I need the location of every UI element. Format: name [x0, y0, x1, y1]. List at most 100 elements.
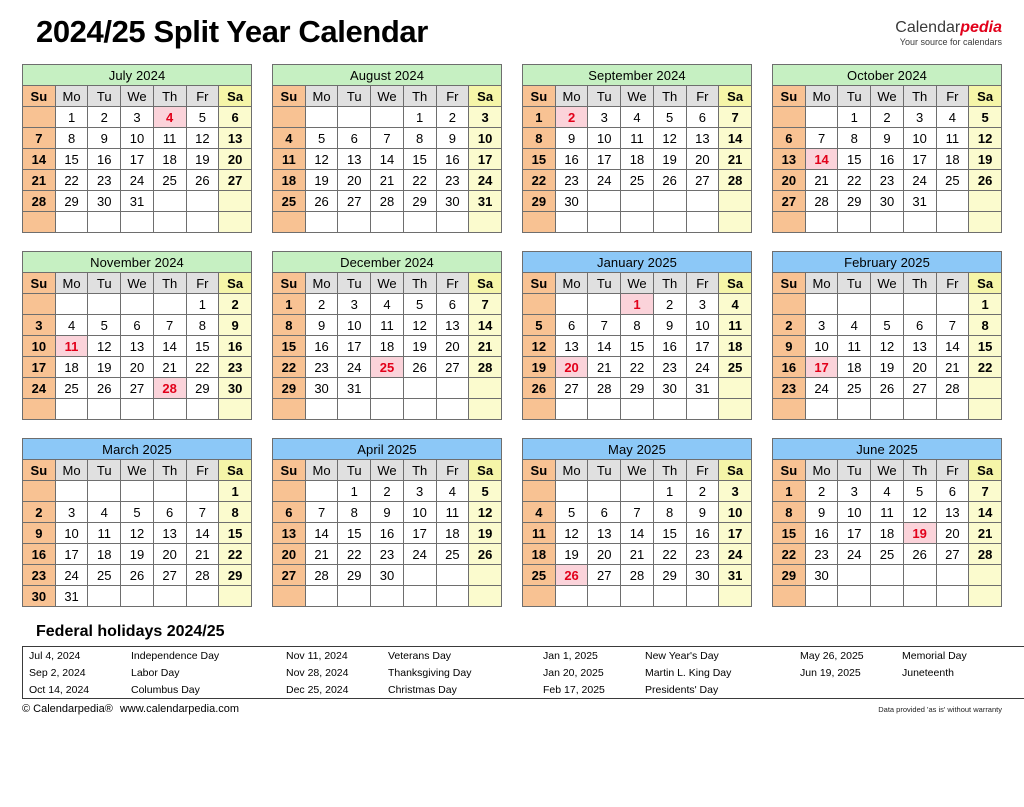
day-cell-empty — [804, 293, 839, 315]
dow-header-su: Su — [772, 272, 806, 294]
day-cell: 18 — [272, 169, 306, 191]
day-cell: 31 — [685, 377, 720, 399]
day-cell: 8 — [54, 127, 89, 149]
day-cell-empty — [870, 564, 904, 586]
day-cell: 18 — [718, 335, 752, 357]
day-cell: 5 — [402, 293, 437, 315]
day-cell: 15 — [652, 522, 687, 544]
day-cell: 17 — [337, 335, 372, 357]
holiday-date: Jun 19, 2025 — [800, 666, 861, 679]
day-cell: 7 — [370, 127, 404, 149]
month-block: May 2025 Su Mo Tu We Th Fr Sa 1 2 3 4 5 6 7 8 9 10 11 12 13 1… — [522, 438, 752, 607]
day-cell-empty — [152, 293, 187, 315]
dow-header-fr: Fr — [685, 272, 720, 294]
week-row: 2345678 — [772, 314, 1002, 336]
day-cell: 22 — [522, 169, 556, 191]
day-cell: 21 — [185, 543, 220, 565]
month-title: March 2025 — [22, 438, 252, 460]
day-cell: 4 — [837, 314, 872, 336]
day-cell: 10 — [468, 127, 502, 149]
dow-header-sa: Sa — [968, 459, 1002, 481]
day-cell: 10 — [718, 501, 752, 523]
day-cell: 12 — [402, 314, 437, 336]
day-cell: 23 — [685, 543, 720, 565]
week-row — [272, 398, 502, 420]
day-cell: 19 — [902, 522, 937, 544]
day-cell: 2 — [804, 480, 839, 502]
day-cell: 23 — [87, 169, 122, 191]
day-cell: 30 — [22, 585, 56, 607]
day-cell-empty — [87, 211, 122, 233]
dow-header-we: We — [620, 272, 654, 294]
website-link[interactable]: www.calendarpedia.com — [120, 703, 239, 715]
day-cell-empty — [304, 106, 339, 128]
day-cell: 18 — [370, 335, 404, 357]
day-cell: 22 — [337, 543, 372, 565]
day-cell-empty — [218, 585, 252, 607]
day-cell: 15 — [337, 522, 372, 544]
day-cell: 21 — [935, 356, 970, 378]
holiday-date: Feb 17, 2025 — [543, 683, 605, 696]
day-cell-empty — [152, 211, 187, 233]
day-cell: 15 — [272, 335, 306, 357]
day-cell: 22 — [968, 356, 1002, 378]
day-cell-empty — [554, 398, 589, 420]
day-cell: 4 — [435, 480, 470, 502]
day-cell-empty — [185, 585, 220, 607]
day-cell: 17 — [685, 335, 720, 357]
day-cell-empty — [152, 190, 187, 212]
day-cell: 10 — [587, 127, 622, 149]
day-cell: 10 — [685, 314, 720, 336]
day-cell: 22 — [185, 356, 220, 378]
week-row: 22 23 24 25 26 27 28 — [772, 543, 1002, 565]
dow-header-fr: Fr — [435, 85, 470, 107]
day-cell-empty — [272, 211, 306, 233]
week-row: 24 25 26 27 28 29 30 — [22, 377, 252, 399]
day-cell: 15 — [837, 148, 872, 170]
day-cell: 30 — [554, 190, 589, 212]
holiday-row: Jul 4, 2024 Independence Day Nov 11, 2024 V… — [23, 647, 1024, 665]
day-cell: 1 — [652, 480, 687, 502]
day-cell-empty — [435, 585, 470, 607]
day-cell: 23 — [804, 543, 839, 565]
day-cell-empty — [370, 585, 404, 607]
day-cell: 15 — [968, 335, 1002, 357]
dow-header-we: We — [620, 85, 654, 107]
month-title: November 2024 — [22, 251, 252, 273]
dow-header-tu: Tu — [87, 459, 122, 481]
day-cell-empty — [902, 564, 937, 586]
day-cell: 7 — [718, 106, 752, 128]
day-cell: 1 — [54, 106, 89, 128]
month-days: 1 2 3 4 5 6 7 8 9 10 11 12 13 14 15 16 17 18 19 20 21 22 23 24 2… — [522, 480, 752, 607]
day-cell-empty — [587, 585, 622, 607]
day-cell: 21 — [718, 148, 752, 170]
month-title: October 2024 — [772, 64, 1002, 86]
dow-header-su: Su — [272, 85, 306, 107]
day-cell: 21 — [804, 169, 839, 191]
day-cell: 26 — [902, 543, 937, 565]
day-cell: 12 — [902, 501, 937, 523]
day-cell: 30 — [87, 190, 122, 212]
day-cell: 11 — [87, 522, 122, 544]
day-cell: 5 — [870, 314, 904, 336]
month-title: August 2024 — [272, 64, 502, 86]
day-cell: 5 — [185, 106, 220, 128]
day-cell: 22 — [402, 169, 437, 191]
dow-header-sa: Sa — [968, 272, 1002, 294]
week-row: 9 10 11 12 13 14 15 — [772, 335, 1002, 357]
day-cell: 10 — [54, 522, 89, 544]
day-cell: 23 — [218, 356, 252, 378]
month-title: February 2025 — [772, 251, 1002, 273]
day-cell: 8 — [772, 501, 806, 523]
day-cell: 8 — [218, 501, 252, 523]
holiday-date: Jul 4, 2024 — [29, 649, 81, 662]
day-cell: 6 — [435, 293, 470, 315]
week-row: 16 17 18 19 20 21 22 — [772, 356, 1002, 378]
dow-header-tu: Tu — [837, 459, 872, 481]
day-cell: 9 — [652, 314, 687, 336]
week-row: 27 28 29 30 — [272, 564, 502, 586]
dow-header-tu: Tu — [87, 272, 122, 294]
day-cell-empty — [218, 190, 252, 212]
day-cell: 16 — [435, 148, 470, 170]
dow-header-tu: Tu — [337, 272, 372, 294]
